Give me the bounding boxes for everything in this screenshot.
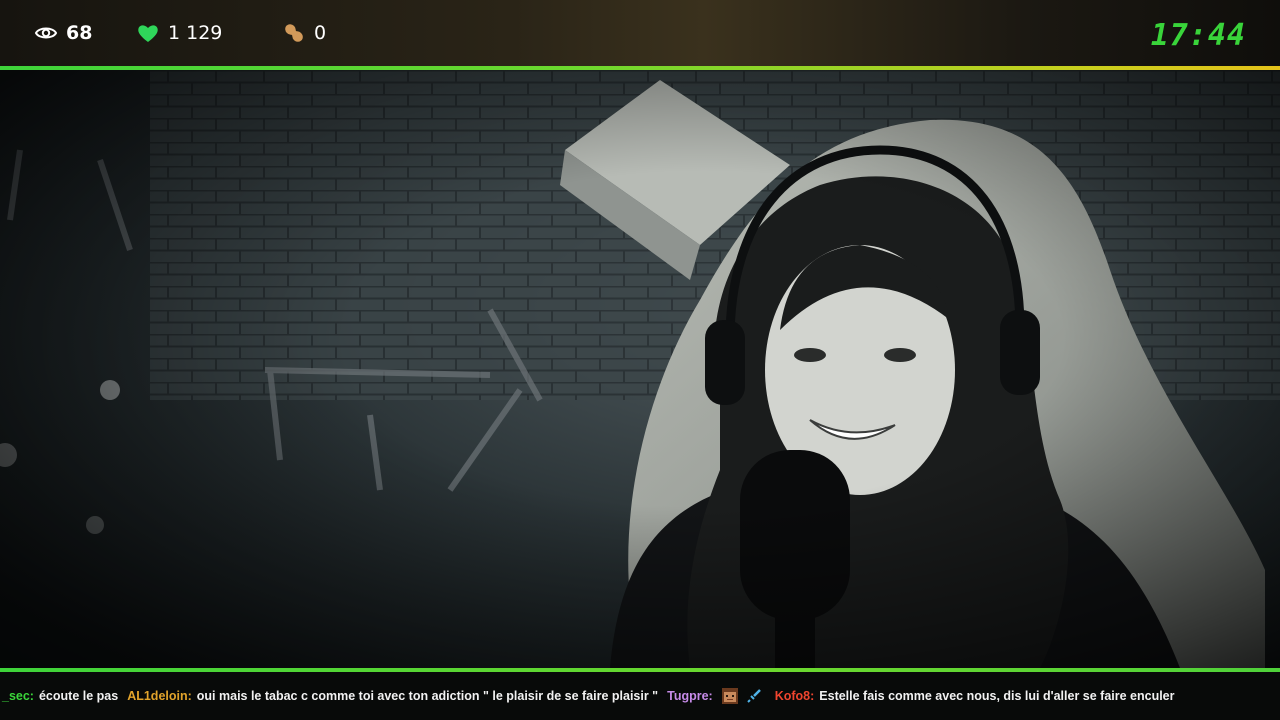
like-count-stat: 1 129 xyxy=(136,0,222,66)
stream-scene-illustration xyxy=(0,70,1280,668)
chat-text: oui mais le tabac c comme toi avec ton a… xyxy=(196,689,659,703)
like-count: 1 129 xyxy=(168,22,223,44)
top-accent-line xyxy=(0,66,1280,70)
chat-message: AL1deloin: oui mais le tabac c comme toi… xyxy=(127,689,658,703)
chat-username: AL1deloin: xyxy=(127,689,192,703)
peanut-icon xyxy=(282,21,306,45)
heart-icon xyxy=(136,21,160,45)
eye-icon xyxy=(34,21,58,45)
peanut-count-stat: 0 xyxy=(282,0,326,66)
viewer-count: 68 xyxy=(66,22,93,44)
chat-message: Tugpre: xyxy=(667,688,766,704)
peanut-count: 0 xyxy=(314,22,327,44)
viewer-count-stat: 68 xyxy=(34,0,92,66)
chat-username: Tugpre: xyxy=(667,689,713,703)
stream-stats-bar: 68 1 129 0 17:44 xyxy=(0,0,1280,66)
stream-clock: 17:44 xyxy=(1150,18,1246,53)
chat-ticker: _sec: écoute le pas AL1deloin: oui mais … xyxy=(0,672,1280,720)
stream-video xyxy=(0,70,1280,668)
chat-message: _sec: écoute le pas xyxy=(2,689,118,703)
pixel-face-emote-icon xyxy=(721,688,738,704)
chat-message: Kofo8: Estelle fais comme avec nous, dis… xyxy=(775,689,1175,703)
chat-username: _sec: xyxy=(2,689,34,703)
chat-text: Estelle fais comme avec nous, dis lui d'… xyxy=(819,689,1175,703)
chat-username: Kofo8: xyxy=(774,689,815,703)
sword-icon xyxy=(746,688,762,704)
chat-text: écoute le pas xyxy=(38,689,119,703)
